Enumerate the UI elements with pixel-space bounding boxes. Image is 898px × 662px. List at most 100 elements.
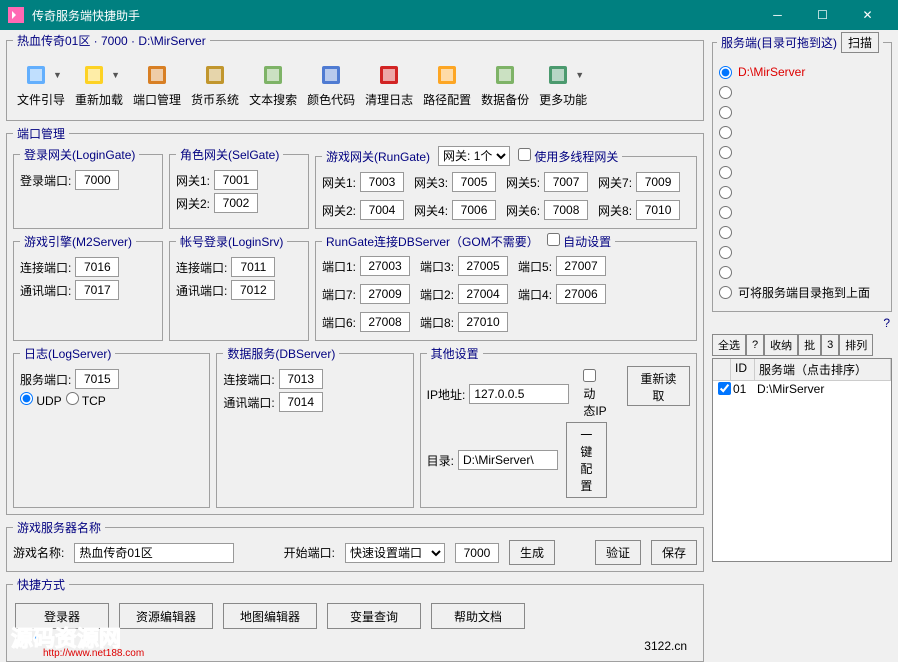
- rundb-6-input[interactable]: [360, 312, 410, 332]
- toolbar-icon-1: [78, 61, 110, 89]
- rundb-legend: RunGate连接DBServer（GOM不需要）: [326, 233, 539, 250]
- srv-help-button[interactable]: ?: [746, 334, 764, 356]
- selgate-2-input[interactable]: [214, 193, 258, 213]
- rungate-count-select[interactable]: 网关: 1个: [438, 146, 510, 166]
- list-id-header[interactable]: ID: [731, 359, 755, 380]
- rundb-2-input[interactable]: [458, 284, 508, 304]
- rundb-5-input[interactable]: [556, 256, 606, 276]
- server-radio-1[interactable]: [719, 85, 885, 99]
- toolbar-数据备份[interactable]: 数据备份: [477, 59, 533, 110]
- logingate-port-label: 登录端口:: [20, 172, 71, 189]
- rungate-multi-checkbox[interactable]: 使用多线程网关: [518, 148, 618, 165]
- logingate-port-input[interactable]: [75, 170, 119, 190]
- quick-varquery-button[interactable]: 变量查询: [327, 603, 421, 629]
- help-icon[interactable]: ?: [714, 316, 890, 330]
- server-radio-4[interactable]: [719, 145, 885, 159]
- rundb-auto-checkbox[interactable]: 自动设置: [547, 233, 611, 250]
- server-radio-9[interactable]: [719, 245, 885, 259]
- toolbar-icon-7: [431, 61, 463, 89]
- server-radio-6[interactable]: [719, 185, 885, 199]
- rungate-legend: 游戏网关(RunGate): [326, 148, 430, 165]
- dbsrv-comm-input[interactable]: [279, 392, 323, 412]
- window-title: 传奇服务端快捷助手: [32, 7, 755, 24]
- toolbar-重新加载[interactable]: ▼重新加载: [71, 59, 127, 110]
- dbsrv-conn-input[interactable]: [279, 369, 323, 389]
- gamename-input[interactable]: [74, 543, 234, 563]
- rungate-3-input[interactable]: [452, 172, 496, 192]
- watermark-url: http://www.net188.com: [43, 648, 144, 659]
- toolbar-端口管理[interactable]: 端口管理: [129, 59, 185, 110]
- server-radio-8[interactable]: [719, 225, 885, 239]
- server-list-row[interactable]: 01 D:\MirServer: [713, 381, 891, 399]
- n3-button[interactable]: 3: [821, 334, 839, 356]
- logsrv-port-input[interactable]: [75, 369, 119, 389]
- ip-input[interactable]: [469, 384, 569, 404]
- startport-input[interactable]: [455, 543, 499, 563]
- m2-comm-input[interactable]: [75, 280, 119, 300]
- chevron-down-icon: ▼: [53, 70, 62, 80]
- toolbar-更多功能[interactable]: ▼更多功能: [535, 59, 591, 110]
- logsrv-udp-radio[interactable]: UDP: [20, 392, 62, 408]
- rungate-2-input[interactable]: [360, 200, 404, 220]
- dynip-checkbox[interactable]: 动态IP: [583, 369, 606, 419]
- loginsrv-comm-input[interactable]: [231, 280, 275, 300]
- row-checkbox[interactable]: [718, 382, 731, 395]
- toolbar-颜色代码[interactable]: 颜色代码: [303, 59, 359, 110]
- toolbar-清理日志[interactable]: 清理日志: [361, 59, 417, 110]
- server-radio-10[interactable]: [719, 265, 885, 279]
- save-button[interactable]: 保存: [651, 540, 697, 565]
- rundb-7-input[interactable]: [360, 284, 410, 304]
- list-check-header[interactable]: [713, 359, 731, 380]
- selgate-legend: 角色网关(SelGate): [176, 146, 283, 163]
- loginsrv-conn-input[interactable]: [231, 257, 275, 277]
- logsrv-tcp-radio[interactable]: TCP: [66, 392, 106, 408]
- rungate-4-input[interactable]: [452, 200, 496, 220]
- rungate-7-input[interactable]: [636, 172, 680, 192]
- toolbar-路径配置[interactable]: 路径配置: [419, 59, 475, 110]
- toolbar-文本搜索[interactable]: 文本搜索: [245, 59, 301, 110]
- gamename-legend: 游戏服务器名称: [13, 519, 105, 536]
- quick-resedit-button[interactable]: 资源编辑器: [119, 603, 213, 629]
- toolbar-icon-9: [542, 61, 574, 89]
- toolbar-文件引导[interactable]: ▼文件引导: [13, 59, 69, 110]
- server-radio-2[interactable]: [719, 105, 885, 119]
- rungate-5-input[interactable]: [544, 172, 588, 192]
- toolbar-icon-3: [199, 61, 231, 89]
- toolbar-货币系统[interactable]: 货币系统: [187, 59, 243, 110]
- server-radio-7[interactable]: [719, 205, 885, 219]
- reread-button[interactable]: 重新读取: [627, 366, 690, 406]
- toolbar-icon-5: [315, 61, 347, 89]
- quickport-select[interactable]: 快速设置端口: [345, 543, 445, 563]
- selectall-button[interactable]: 全选: [712, 334, 746, 356]
- close-button[interactable]: ✕: [845, 0, 890, 30]
- sort-button[interactable]: 排列: [839, 334, 873, 356]
- batch-button[interactable]: 批: [798, 334, 821, 356]
- m2-conn-input[interactable]: [75, 257, 119, 277]
- rungate-1-input[interactable]: [360, 172, 404, 192]
- fold-button[interactable]: 收纳: [764, 334, 798, 356]
- scan-button[interactable]: 扫描: [841, 32, 879, 53]
- server-radio-0[interactable]: D:\MirServer: [719, 65, 885, 79]
- rundb-4-input[interactable]: [556, 284, 606, 304]
- generate-button[interactable]: 生成: [509, 540, 555, 565]
- server-radio-5[interactable]: [719, 165, 885, 179]
- logingate-legend: 登录网关(LoginGate): [20, 146, 139, 163]
- rundb-8-input[interactable]: [458, 312, 508, 332]
- maximize-button[interactable]: ☐: [800, 0, 845, 30]
- quick-mapedit-button[interactable]: 地图编辑器: [223, 603, 317, 629]
- onekey-config-button[interactable]: 一键配置: [566, 422, 607, 498]
- dir-input[interactable]: [458, 450, 558, 470]
- app-icon: [8, 7, 24, 23]
- server-radio-11[interactable]: 可将服务端目录拖到上面: [719, 285, 885, 299]
- rungate-8-input[interactable]: [636, 200, 680, 220]
- list-path-header[interactable]: 服务端（点击排序）: [755, 359, 891, 380]
- rungate-6-input[interactable]: [544, 200, 588, 220]
- server-radio-3[interactable]: [719, 125, 885, 139]
- footer-link[interactable]: 3122.cn: [644, 639, 687, 653]
- verify-button[interactable]: 验证: [595, 540, 641, 565]
- quick-help-button[interactable]: 帮助文档: [431, 603, 525, 629]
- rundb-3-input[interactable]: [458, 256, 508, 276]
- minimize-button[interactable]: ─: [755, 0, 800, 30]
- selgate-1-input[interactable]: [214, 170, 258, 190]
- rundb-1-input[interactable]: [360, 256, 410, 276]
